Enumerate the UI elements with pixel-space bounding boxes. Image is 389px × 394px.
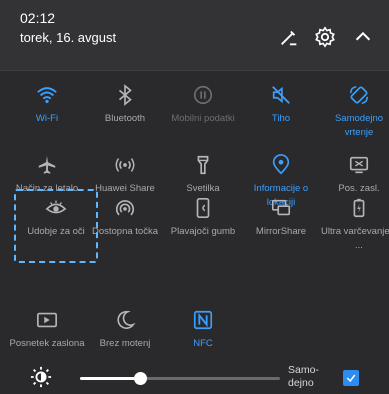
tile-label: Posnetek zaslona	[9, 338, 85, 349]
tile-label: Plavajoči gumb	[170, 226, 236, 237]
tile-label: Ultra varčevanje z ...	[320, 226, 389, 251]
mirrorshare-icon	[242, 193, 320, 223]
status-header: 02:12 torek, 16. avgust	[0, 0, 389, 70]
clock-time: 02:12	[20, 10, 56, 26]
moon-icon	[86, 305, 164, 335]
tile-screenshot[interactable]: Pos. zasl.	[320, 150, 389, 196]
auto-rotate-icon	[320, 80, 389, 110]
brightness-row: Samo-dejno	[0, 362, 389, 394]
floating-button-icon	[164, 193, 242, 223]
brightness-slider[interactable]	[80, 372, 280, 385]
header-divider	[0, 70, 389, 71]
tile-bluetooth[interactable]: Bluetooth	[86, 80, 164, 126]
eye-comfort-highlight	[14, 189, 98, 263]
date-text: torek, 16. avgust	[20, 30, 117, 45]
wifi-icon	[8, 80, 86, 110]
edit-icon[interactable]	[276, 24, 302, 50]
tile-label: Bluetooth	[104, 113, 146, 124]
collapse-chevron-icon[interactable]	[350, 24, 376, 50]
brightness-slider-fill	[80, 377, 140, 380]
tile-wifi[interactable]: Wi-Fi	[8, 80, 86, 126]
notification-panel: 02:12 torek, 16. avgust Wi-Fi Bluetooth …	[0, 0, 389, 394]
tile-label: Mobilni podatki	[171, 113, 235, 124]
tile-label: Tiho	[271, 113, 291, 124]
auto-brightness-checkbox[interactable]	[343, 370, 359, 386]
tile-label: Samodejno vrtenje	[334, 113, 384, 138]
tile-ultra-battery[interactable]: Ultra varčevanje z ...	[320, 193, 389, 253]
tile-screen-record[interactable]: Posnetek zaslona	[8, 305, 86, 351]
mute-icon	[242, 80, 320, 110]
screen-record-icon	[8, 305, 86, 335]
settings-icon[interactable]	[312, 24, 338, 50]
tile-mobile-data[interactable]: Mobilni podatki	[164, 80, 242, 126]
flashlight-icon	[164, 150, 242, 180]
tile-nfc[interactable]: NFC	[164, 305, 242, 351]
tile-mirrorshare[interactable]: MirrorShare	[242, 193, 320, 239]
airplane-icon	[8, 150, 86, 180]
check-icon	[346, 374, 356, 383]
tile-floating-button[interactable]: Plavajoči gumb	[164, 193, 242, 239]
huawei-share-icon	[86, 150, 164, 180]
auto-brightness-label: Samo-dejno	[288, 364, 319, 389]
tile-label: Brez motenj	[99, 338, 151, 349]
screenshot-icon	[320, 150, 389, 180]
mobile-data-icon	[164, 80, 242, 110]
bluetooth-icon	[86, 80, 164, 110]
tile-silent[interactable]: Tiho	[242, 80, 320, 126]
tile-label: NFC	[193, 338, 213, 349]
tile-label: Wi-Fi	[35, 113, 59, 124]
nfc-icon	[164, 305, 242, 335]
tile-flashlight[interactable]: Svetilka	[164, 150, 242, 196]
tile-huawei-share[interactable]: Huawei Share	[86, 150, 164, 196]
location-icon	[242, 150, 320, 180]
tile-label: MirrorShare	[255, 226, 307, 237]
ultra-battery-icon	[320, 193, 389, 223]
tile-auto-rotate[interactable]: Samodejno vrtenje	[320, 80, 389, 140]
brightness-icon	[30, 366, 52, 388]
tile-do-not-disturb[interactable]: Brez motenj	[86, 305, 164, 351]
brightness-slider-handle[interactable]	[134, 372, 147, 385]
